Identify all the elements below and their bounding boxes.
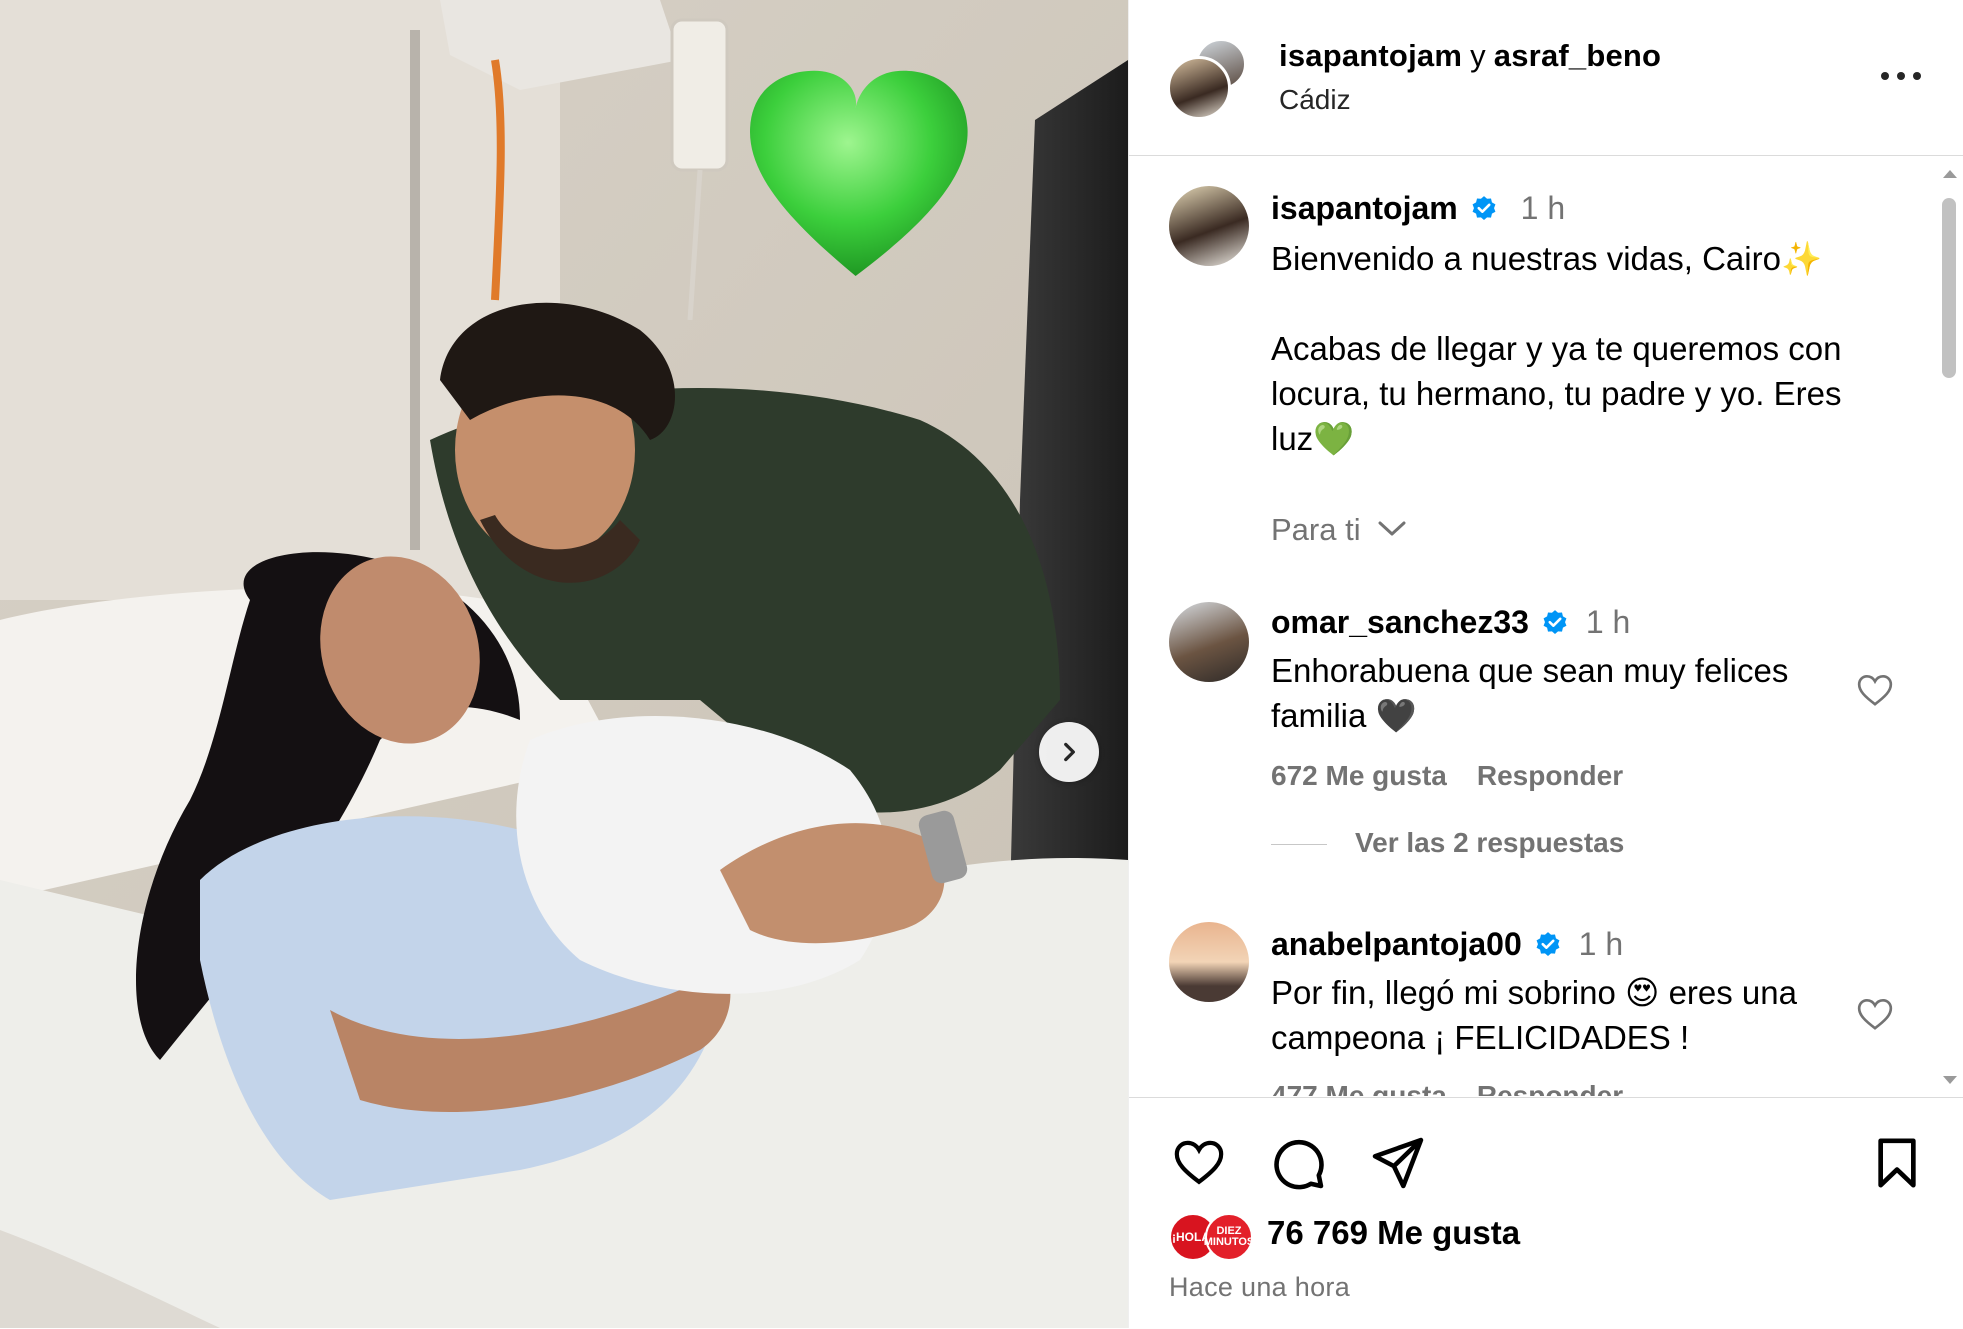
scroll-down-arrow[interactable] bbox=[1943, 1076, 1957, 1084]
likes-count[interactable]: 76 769 Me gusta bbox=[1267, 1214, 1520, 1252]
comment-1-reply[interactable]: Responder bbox=[1477, 760, 1623, 791]
caption-username[interactable]: isapantojam bbox=[1271, 190, 1458, 226]
post-side-panel: isapantojam y asraf_beno Cádiz isapantojam… bbox=[1128, 0, 1963, 1328]
coauthor-username[interactable]: asraf_beno bbox=[1494, 38, 1661, 73]
comment-1-time: 1 h bbox=[1585, 604, 1631, 640]
verified-badge-icon bbox=[1472, 196, 1496, 220]
verified-badge-icon bbox=[1543, 610, 1567, 634]
collab-avatars[interactable] bbox=[1167, 38, 1247, 120]
photo-illustration bbox=[0, 0, 1128, 1328]
comment-1-likes[interactable]: 672 Me gusta bbox=[1271, 760, 1447, 791]
comment-2-meta: 477 Me gusta Responder bbox=[1271, 1080, 1653, 1096]
comment-2-text: Por fin, llegó mi sobrino 😍 eres una cam… bbox=[1271, 974, 1797, 1056]
chevron-right-icon bbox=[1064, 742, 1075, 762]
save-icon[interactable] bbox=[1869, 1134, 1925, 1192]
comment-1-header: omar_sanchez33 1 h bbox=[1271, 604, 1630, 641]
more-options-icon[interactable] bbox=[1873, 56, 1929, 96]
caption-avatar[interactable] bbox=[1169, 186, 1249, 266]
comment-2-username[interactable]: anabelpantoja00 bbox=[1271, 926, 1522, 962]
heart-icon[interactable] bbox=[1855, 994, 1895, 1034]
comment-2-likes[interactable]: 477 Me gusta bbox=[1271, 1080, 1447, 1096]
caption-line-2: Acabas de llegar y ya te queremos con lo… bbox=[1271, 330, 1842, 457]
caption-time: 1 h bbox=[1520, 190, 1566, 226]
scroll-thumb[interactable] bbox=[1942, 198, 1956, 378]
liker-avatar[interactable]: DIEZ MINUTOS bbox=[1204, 1213, 1254, 1261]
comments-scrollbar[interactable] bbox=[1940, 164, 1958, 1088]
comment-1-avatar[interactable] bbox=[1169, 602, 1249, 682]
heart-icon[interactable] bbox=[1855, 670, 1895, 710]
share-icon[interactable] bbox=[1369, 1134, 1427, 1192]
post-location[interactable]: Cádiz bbox=[1279, 84, 1351, 116]
comment-2-header: anabelpantoja00 1 h bbox=[1271, 926, 1623, 963]
comment-1-meta: 672 Me gusta Responder bbox=[1271, 760, 1653, 792]
post-photo[interactable] bbox=[0, 0, 1128, 1328]
comment-1-text: Enhorabuena que sean muy felices familia… bbox=[1271, 652, 1789, 734]
post-authors: isapantojam y asraf_beno bbox=[1279, 38, 1661, 74]
comment-1-username[interactable]: omar_sanchez33 bbox=[1271, 604, 1529, 640]
comment-2-reply[interactable]: Responder bbox=[1477, 1080, 1623, 1096]
verified-badge-icon bbox=[1536, 932, 1560, 956]
replies-divider bbox=[1271, 844, 1327, 845]
heart-icon[interactable] bbox=[1169, 1134, 1229, 1190]
post-actions: ¡HOLA! DIEZ MINUTOS 76 769 Me gusta Hace… bbox=[1129, 1097, 1963, 1329]
comment-2-time: 1 h bbox=[1578, 926, 1624, 962]
post-header: isapantojam y asraf_beno Cádiz bbox=[1129, 0, 1963, 156]
owner-username[interactable]: isapantojam bbox=[1279, 38, 1462, 73]
scroll-up-arrow[interactable] bbox=[1943, 170, 1957, 178]
owner-avatar[interactable] bbox=[1167, 56, 1231, 120]
chevron-down-icon bbox=[1378, 521, 1406, 536]
view-replies-button[interactable]: Ver las 2 respuestas bbox=[1355, 827, 1624, 859]
comment-icon[interactable] bbox=[1269, 1134, 1327, 1192]
likers-avatars[interactable]: ¡HOLA! DIEZ MINUTOS bbox=[1169, 1211, 1259, 1261]
post-timestamp[interactable]: Hace una hora bbox=[1169, 1272, 1350, 1303]
for-you-label: Para ti bbox=[1271, 512, 1361, 547]
caption-line-1: Bienvenido a nuestras vidas, Cairo✨ bbox=[1271, 240, 1823, 277]
caption-header: isapantojam 1 h bbox=[1271, 190, 1565, 227]
authors-connector: y bbox=[1470, 38, 1486, 73]
next-photo-button[interactable] bbox=[1039, 722, 1099, 782]
comment-2-avatar[interactable] bbox=[1169, 922, 1249, 1002]
comments-section[interactable]: isapantojam 1 h Bienvenido a nuestras vi… bbox=[1129, 156, 1963, 1096]
for-you-button[interactable]: Para ti bbox=[1271, 512, 1407, 548]
